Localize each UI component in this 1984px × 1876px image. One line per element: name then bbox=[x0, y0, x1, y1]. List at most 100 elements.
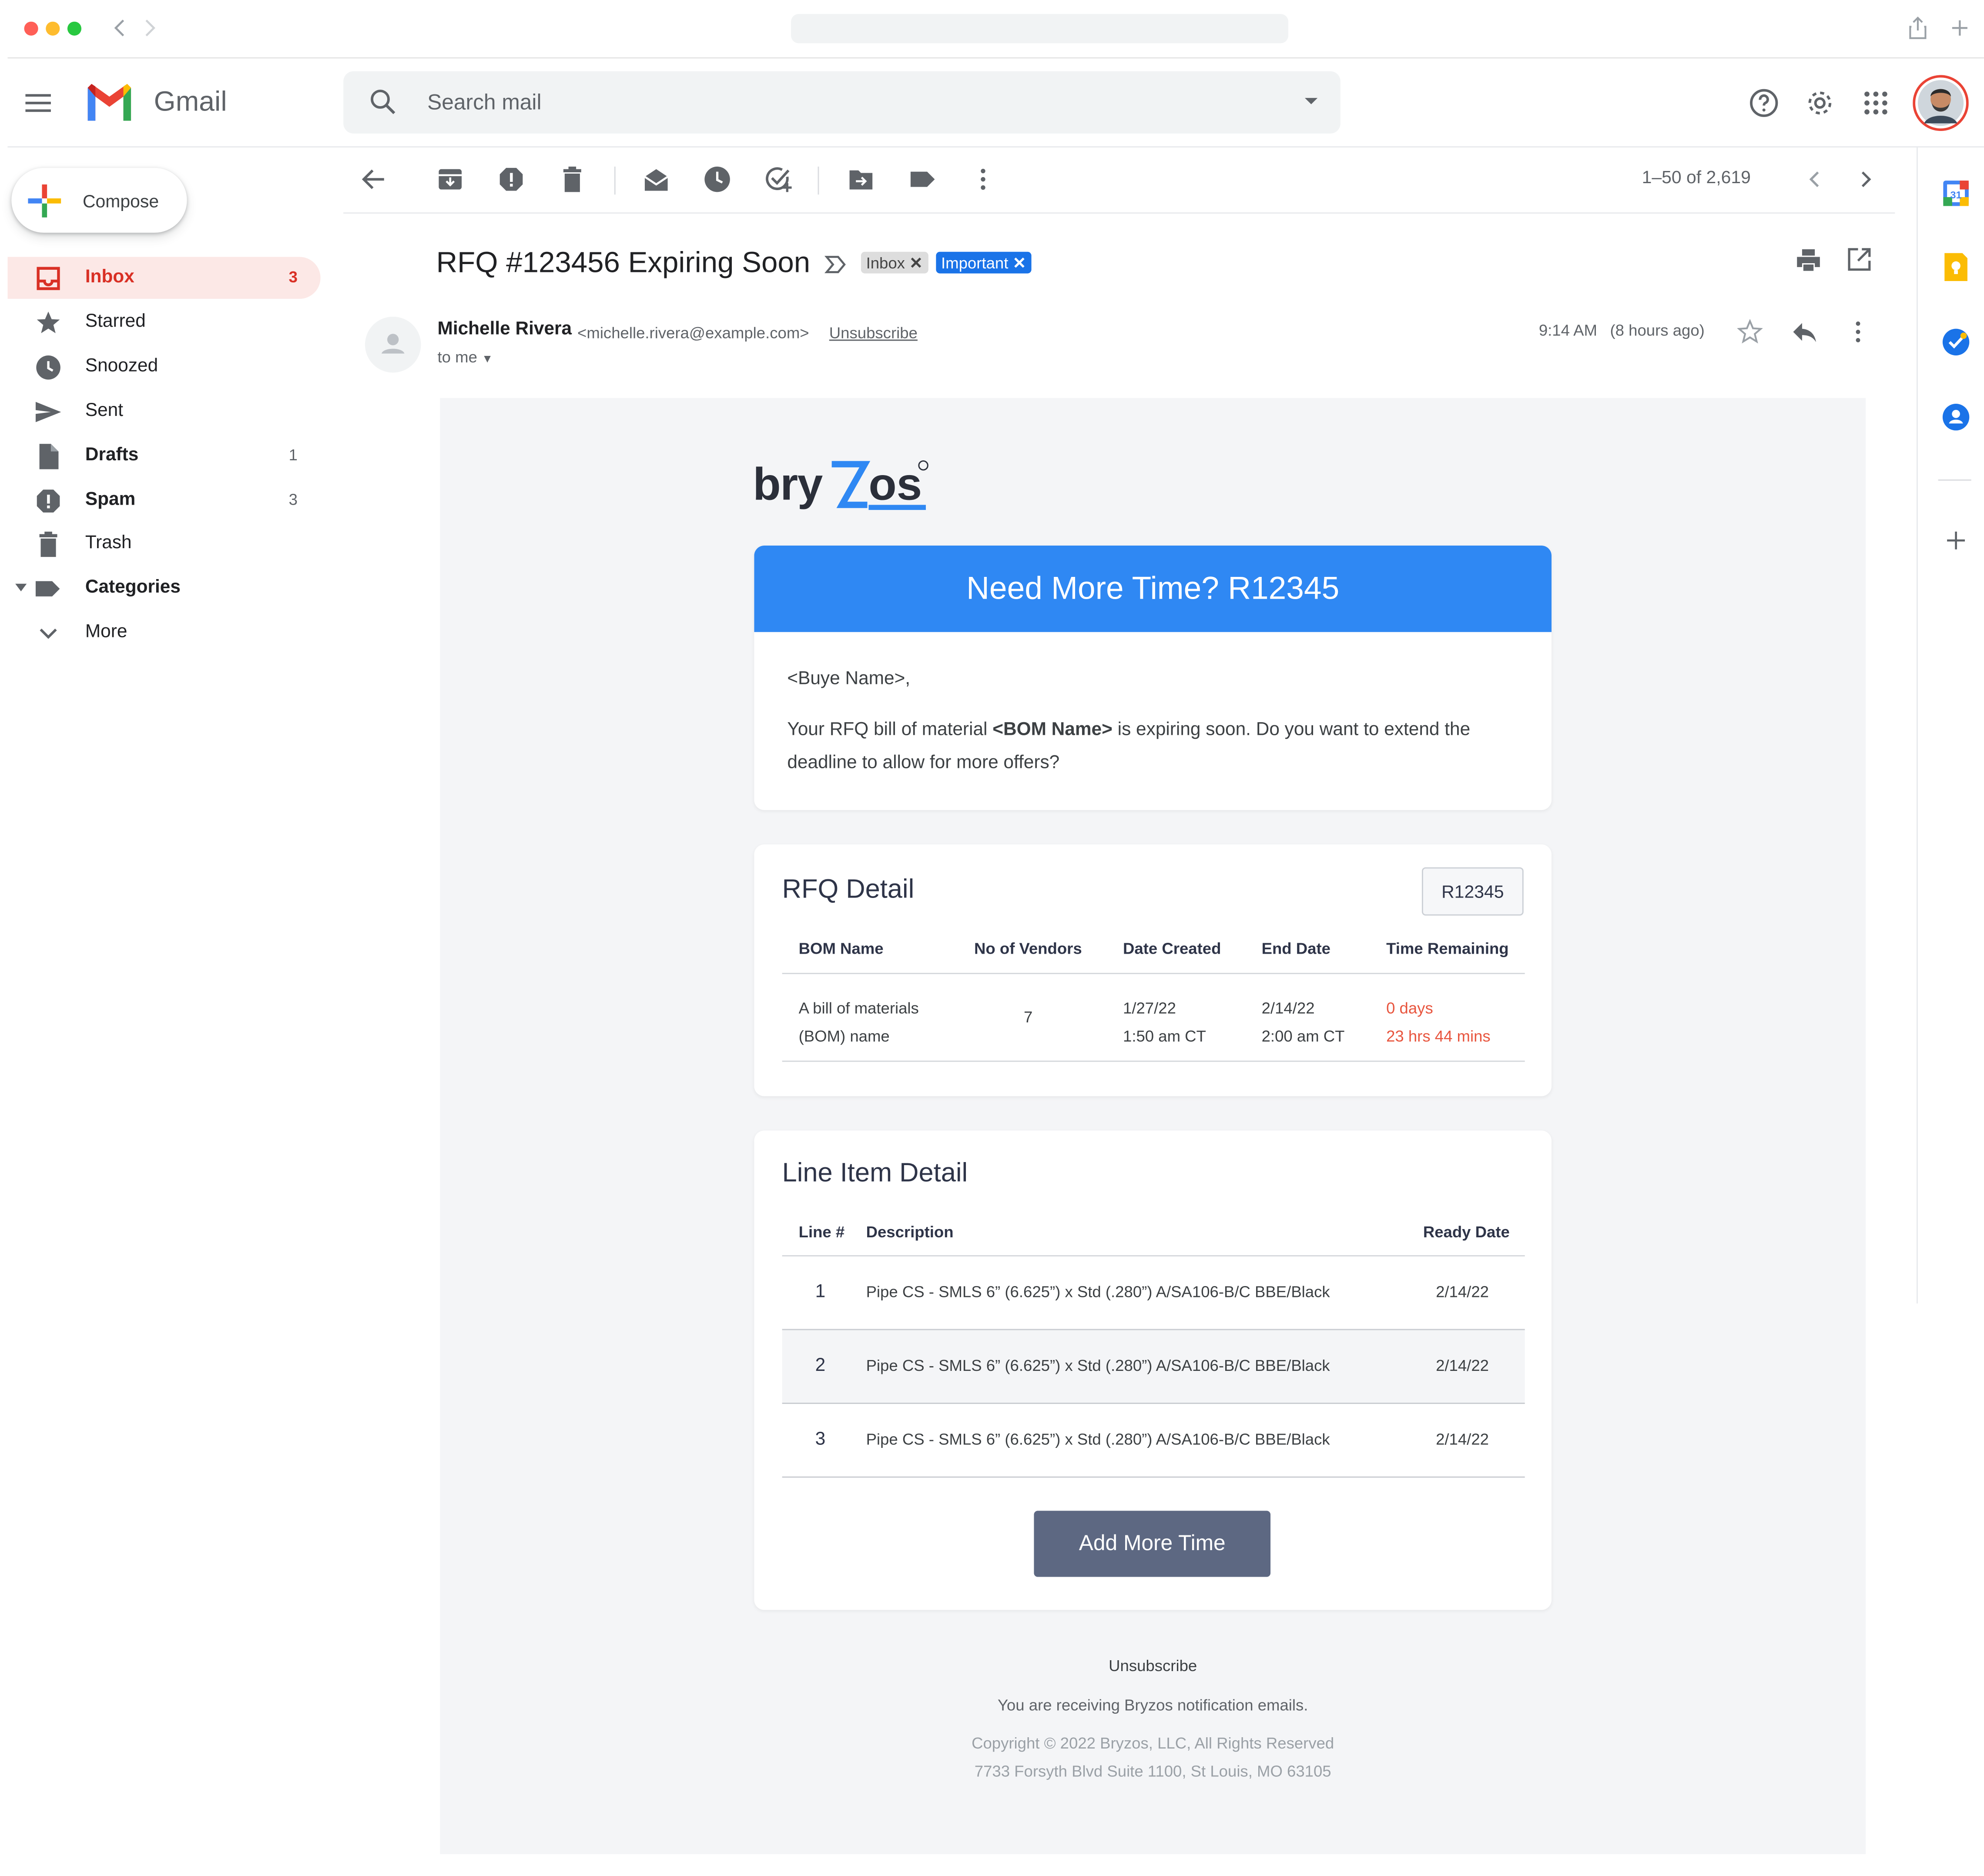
sidebar-item-spam[interactable]: Spam 3 bbox=[8, 479, 321, 521]
back-nav-icon[interactable] bbox=[109, 18, 130, 38]
contacts-icon[interactable] bbox=[1942, 403, 1970, 431]
sidebar-item-inbox[interactable]: Inbox 3 bbox=[7, 257, 321, 299]
message-time: 9:14 AM bbox=[1538, 322, 1597, 340]
add-addon-icon[interactable] bbox=[1946, 530, 1966, 551]
main-menu-icon[interactable] bbox=[25, 89, 51, 117]
address-bar[interactable] bbox=[791, 14, 1288, 44]
label-chip-important[interactable]: Important ✕ bbox=[936, 251, 1031, 274]
footer-unsubscribe-link[interactable]: Unsubscribe bbox=[440, 1657, 1866, 1675]
sidebar-item-label: Sent bbox=[85, 400, 124, 421]
send-icon bbox=[35, 402, 61, 422]
close-window-button[interactable] bbox=[24, 21, 38, 36]
line-ready-date: 2/14/22 bbox=[1436, 1357, 1489, 1375]
line-number: 2 bbox=[815, 1355, 826, 1376]
gmail-logo-icon[interactable] bbox=[84, 81, 135, 121]
new-tab-icon[interactable] bbox=[1950, 18, 1970, 38]
email-body: bry os Need More Time? R12345 <Buye Name… bbox=[440, 398, 1866, 1854]
newer-chevron-icon[interactable] bbox=[1805, 169, 1825, 190]
sidebar-item-categories[interactable]: Categories bbox=[8, 567, 321, 609]
compose-plus-icon bbox=[28, 184, 61, 218]
spam-alert-icon bbox=[37, 489, 60, 513]
sidebar-item-snoozed[interactable]: Snoozed bbox=[8, 346, 321, 388]
add-more-time-button[interactable]: Add More Time bbox=[1034, 1511, 1271, 1577]
search-bar[interactable]: Search mail bbox=[343, 71, 1341, 134]
unsubscribe-link[interactable]: Unsubscribe bbox=[829, 324, 918, 342]
compose-button[interactable]: Compose bbox=[11, 168, 187, 233]
open-new-window-icon[interactable] bbox=[1847, 247, 1872, 272]
search-input[interactable]: Search mail bbox=[427, 90, 541, 116]
calendar-icon[interactable]: 31 bbox=[1942, 179, 1970, 207]
delete-icon[interactable] bbox=[558, 165, 586, 193]
forward-nav-icon[interactable] bbox=[140, 18, 161, 38]
snooze-clock-icon[interactable] bbox=[703, 165, 731, 193]
table-divider bbox=[782, 1060, 1525, 1062]
window: Gmail Search mail Compose Inbox 3 Starre… bbox=[0, 0, 1984, 1876]
importance-marker-icon[interactable] bbox=[824, 253, 847, 276]
print-icon[interactable] bbox=[1794, 247, 1822, 275]
more-vert-icon[interactable] bbox=[969, 165, 997, 193]
remove-label-icon[interactable]: ✕ bbox=[909, 255, 923, 272]
label-chip-inbox[interactable]: Inbox ✕ bbox=[861, 251, 928, 274]
line-description: Pipe CS - SMLS 6” (6.625”) x Std (.280”)… bbox=[866, 1357, 1330, 1375]
tasks-icon[interactable] bbox=[1942, 328, 1970, 356]
line-number: 3 bbox=[815, 1429, 826, 1450]
side-panel-divider bbox=[1916, 146, 1918, 1304]
toolbar-divider bbox=[614, 166, 616, 195]
star-outline-icon[interactable] bbox=[1737, 319, 1763, 345]
email-subject: RFQ #123456 Expiring Soon bbox=[436, 245, 811, 279]
header-divider bbox=[7, 146, 1984, 148]
expand-arrow-icon[interactable] bbox=[15, 583, 27, 592]
archive-icon[interactable] bbox=[436, 165, 464, 193]
older-chevron-icon[interactable] bbox=[1856, 169, 1876, 190]
recipient-info[interactable]: to me ▼ bbox=[438, 348, 493, 366]
sidebar-item-sent[interactable]: Sent bbox=[8, 390, 321, 432]
minimize-window-button[interactable] bbox=[46, 21, 60, 36]
sidebar-item-starred[interactable]: Starred bbox=[8, 302, 321, 343]
report-spam-icon[interactable] bbox=[497, 165, 525, 193]
line-item-title: Line Item Detail bbox=[782, 1158, 968, 1188]
share-icon[interactable] bbox=[1908, 17, 1928, 40]
footer-notice: You are receiving Bryzos notification em… bbox=[997, 1696, 1308, 1715]
toolbar-divider-line bbox=[343, 212, 1895, 214]
zoom-window-button[interactable] bbox=[67, 21, 82, 36]
reply-icon[interactable] bbox=[1791, 319, 1819, 345]
col-header-line: Line # bbox=[798, 1223, 845, 1241]
greeting: <Buye Name>, bbox=[787, 669, 911, 690]
col-header-date-created: Date Created bbox=[1123, 940, 1221, 958]
date-created-cell: 1/27/22 1:50 am CT bbox=[1123, 999, 1206, 1045]
add-task-icon[interactable] bbox=[764, 165, 792, 193]
body-text: Your RFQ bill of material <BOM Name> is … bbox=[787, 720, 1471, 774]
search-options-icon[interactable] bbox=[1304, 97, 1319, 107]
message-time-ago: (8 hours ago) bbox=[1610, 322, 1705, 340]
bryzos-logo-icon: bry os bbox=[753, 459, 928, 510]
settings-gear-icon[interactable] bbox=[1805, 88, 1835, 118]
toolbar-divider bbox=[818, 166, 819, 195]
remove-label-icon[interactable]: ✕ bbox=[1013, 255, 1026, 272]
label-tag-icon[interactable] bbox=[908, 165, 936, 193]
sidebar-item-drafts[interactable]: Drafts 1 bbox=[8, 435, 321, 477]
col-header-bom-name: BOM Name bbox=[798, 940, 884, 958]
footer-copyright: Copyright © 2022 Bryzos, LLC, All Rights… bbox=[972, 1734, 1334, 1752]
inbox-icon bbox=[37, 267, 60, 290]
unread-count: 3 bbox=[288, 268, 298, 286]
intro-card: Need More Time? R12345 <Buye Name>, Your… bbox=[754, 545, 1552, 810]
keep-icon[interactable] bbox=[1942, 253, 1970, 281]
message-more-icon[interactable] bbox=[1845, 319, 1870, 345]
col-header-end-date: End Date bbox=[1261, 940, 1331, 958]
star-icon bbox=[37, 312, 60, 333]
sidebar-item-more[interactable]: More bbox=[8, 612, 321, 653]
time-remaining-cell: 0 days 23 hrs 44 mins bbox=[1386, 999, 1491, 1045]
sender-avatar[interactable] bbox=[365, 316, 421, 373]
bryzos-logo[interactable]: bry os bbox=[753, 454, 933, 524]
account-avatar[interactable] bbox=[1913, 75, 1969, 131]
sidebar-item-trash[interactable]: Trash bbox=[8, 523, 321, 564]
apps-grid-icon[interactable] bbox=[1860, 88, 1891, 118]
help-icon[interactable] bbox=[1749, 88, 1779, 118]
app-name: Gmail bbox=[154, 85, 227, 117]
search-icon[interactable] bbox=[369, 88, 397, 116]
spam-count: 3 bbox=[288, 491, 298, 509]
recipient-dropdown-icon[interactable]: ▼ bbox=[482, 352, 493, 365]
move-to-icon[interactable] bbox=[847, 165, 875, 193]
back-arrow-icon[interactable] bbox=[360, 165, 388, 193]
mark-unread-icon[interactable] bbox=[642, 165, 670, 193]
